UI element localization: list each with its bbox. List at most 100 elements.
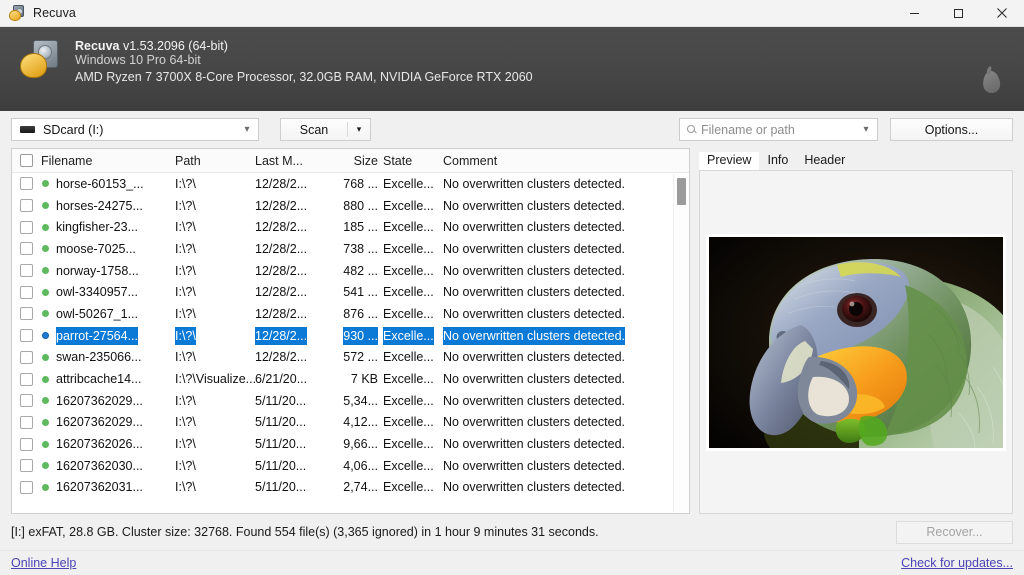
row-checkbox[interactable] bbox=[20, 459, 33, 473]
search-icon bbox=[686, 124, 698, 136]
row-checkbox[interactable] bbox=[20, 285, 33, 299]
table-row[interactable]: parrot-27564... I:\?\ 12/28/2... 930 ... Exc… bbox=[12, 325, 689, 347]
state-dot-icon bbox=[42, 375, 49, 383]
cell-path-text: I:\?\ bbox=[175, 415, 196, 430]
scrollbar-thumb[interactable] bbox=[677, 178, 686, 205]
preview-tabs: Preview Info Header bbox=[699, 148, 1013, 170]
cell-state: Excelle... bbox=[383, 326, 443, 345]
scan-dropdown-button[interactable]: ▾ bbox=[348, 119, 370, 140]
check-updates-link[interactable]: Check for updates... bbox=[901, 556, 1013, 570]
options-button[interactable]: Options... bbox=[890, 118, 1013, 141]
column-header-state[interactable]: State bbox=[383, 154, 443, 168]
row-checkbox[interactable] bbox=[20, 350, 33, 364]
column-header-size[interactable]: Size bbox=[333, 154, 383, 168]
table-row[interactable]: moose-7025... I:\?\ 12/28/2... 738 ... Excel… bbox=[12, 238, 689, 260]
row-checkbox[interactable] bbox=[20, 220, 33, 234]
cell-path-text: I:\?\ bbox=[175, 176, 196, 191]
cell-comment: No overwritten clusters detected. bbox=[443, 305, 689, 323]
column-header-comment[interactable]: Comment bbox=[443, 154, 689, 168]
row-checkbox[interactable] bbox=[20, 177, 33, 191]
cell-filename-text: owl-3340957... bbox=[56, 285, 139, 300]
table-row[interactable]: kingfisher-23... I:\?\ 12/28/2... 185 ... Ex… bbox=[12, 216, 689, 238]
row-checkbox[interactable] bbox=[20, 329, 33, 343]
maximize-button[interactable] bbox=[936, 0, 980, 27]
cell-path-text: I:\?\Visualize... bbox=[175, 372, 255, 387]
row-checkbox-cell[interactable] bbox=[12, 329, 41, 343]
select-all-cell[interactable] bbox=[12, 154, 41, 167]
row-checkbox-cell[interactable] bbox=[12, 264, 41, 278]
row-checkbox[interactable] bbox=[20, 394, 33, 408]
row-checkbox-cell[interactable] bbox=[12, 307, 41, 321]
cell-modified: 5/11/20... bbox=[255, 435, 333, 453]
state-dot-icon bbox=[42, 332, 49, 340]
row-checkbox-cell[interactable] bbox=[12, 415, 41, 429]
table-row[interactable]: swan-235066... I:\?\ 12/28/2... 572 ... Exce… bbox=[12, 347, 689, 369]
cell-size: 572 ... bbox=[333, 348, 383, 366]
toolbar-right: Filename or path ▾ Options... bbox=[679, 118, 1013, 141]
online-help-link[interactable]: Online Help bbox=[11, 556, 76, 570]
row-checkbox[interactable] bbox=[20, 264, 33, 278]
row-checkbox-cell[interactable] bbox=[12, 437, 41, 451]
row-checkbox[interactable] bbox=[20, 242, 33, 256]
column-header-filename[interactable]: Filename bbox=[41, 154, 175, 168]
row-checkbox-cell[interactable] bbox=[12, 242, 41, 256]
table-row[interactable]: owl-50267_1... I:\?\ 12/28/2... 876 ... Exce… bbox=[12, 303, 689, 325]
tab-info[interactable]: Info bbox=[759, 152, 796, 170]
row-checkbox-cell[interactable] bbox=[12, 199, 41, 213]
cell-size: 185 ... bbox=[333, 218, 383, 236]
column-header-path[interactable]: Path bbox=[175, 154, 255, 168]
row-checkbox-cell[interactable] bbox=[12, 350, 41, 364]
table-row[interactable]: horses-24275... I:\?\ 12/28/2... 880 ... Exc… bbox=[12, 195, 689, 217]
tab-header[interactable]: Header bbox=[796, 152, 853, 170]
table-row[interactable]: attribcache14... I:\?\Visualize... 6/21/20… bbox=[12, 368, 689, 390]
row-checkbox[interactable] bbox=[20, 199, 33, 213]
cell-filename: kingfisher-23... bbox=[41, 218, 175, 236]
file-list-scrollbar[interactable] bbox=[673, 174, 688, 512]
minimize-button[interactable] bbox=[892, 0, 936, 27]
table-row[interactable]: owl-3340957... I:\?\ 12/28/2... 541 ... Exce… bbox=[12, 281, 689, 303]
row-checkbox[interactable] bbox=[20, 372, 33, 386]
row-checkbox-cell[interactable] bbox=[12, 177, 41, 191]
filter-combobox[interactable]: Filename or path ▾ bbox=[679, 118, 878, 141]
row-checkbox-cell[interactable] bbox=[12, 285, 41, 299]
filter-input-placeholder[interactable]: Filename or path bbox=[701, 123, 859, 137]
cell-filename: moose-7025... bbox=[41, 240, 175, 258]
table-row[interactable]: 16207362029... I:\?\ 5/11/20... 4,12... Exce… bbox=[12, 412, 689, 434]
cell-filename-text: horse-60153_... bbox=[56, 176, 144, 191]
table-row[interactable]: horse-60153_... I:\?\ 12/28/2... 768 ... Exc… bbox=[12, 173, 689, 195]
row-checkbox-cell[interactable] bbox=[12, 480, 41, 494]
recover-button[interactable]: Recover... bbox=[896, 520, 1013, 544]
cell-state: Excelle... bbox=[383, 457, 443, 475]
row-checkbox[interactable] bbox=[20, 437, 33, 451]
state-dot-icon bbox=[42, 440, 49, 448]
cell-state: Excelle... bbox=[383, 348, 443, 366]
table-row[interactable]: norway-1758... I:\?\ 12/28/2... 482 ... Exce… bbox=[12, 260, 689, 282]
cell-state-text: Excelle... bbox=[383, 220, 434, 235]
cell-path-text: I:\?\ bbox=[175, 241, 196, 256]
select-all-checkbox[interactable] bbox=[20, 154, 33, 167]
row-checkbox[interactable] bbox=[20, 415, 33, 429]
cell-size-text: 738 ... bbox=[343, 241, 378, 256]
table-row[interactable]: 16207362026... I:\?\ 5/11/20... 9,66... Exce… bbox=[12, 433, 689, 455]
cell-filename-text: 16207362029... bbox=[56, 393, 143, 408]
tab-preview[interactable]: Preview bbox=[699, 152, 760, 170]
table-row[interactable]: 16207362031... I:\?\ 5/11/20... 2,74... Exce… bbox=[12, 477, 689, 499]
cell-state: Excelle... bbox=[383, 370, 443, 388]
row-checkbox[interactable] bbox=[20, 480, 33, 494]
drive-select[interactable]: SDcard (I:) ▾ bbox=[11, 118, 259, 141]
close-button[interactable] bbox=[980, 0, 1024, 27]
scan-button[interactable]: Scan bbox=[281, 119, 347, 140]
cell-path: I:\?\ bbox=[175, 175, 255, 193]
column-header-modified[interactable]: Last M... bbox=[255, 154, 333, 168]
row-checkbox-cell[interactable] bbox=[12, 394, 41, 408]
cell-path: I:\?\ bbox=[175, 240, 255, 258]
cell-modified-text: 6/21/20... bbox=[255, 372, 308, 387]
row-checkbox[interactable] bbox=[20, 307, 33, 321]
row-checkbox-cell[interactable] bbox=[12, 372, 41, 386]
row-checkbox-cell[interactable] bbox=[12, 220, 41, 234]
row-checkbox-cell[interactable] bbox=[12, 459, 41, 473]
table-row[interactable]: 16207362030... I:\?\ 5/11/20... 4,06... Exce… bbox=[12, 455, 689, 477]
cell-filename-text: 16207362031... bbox=[56, 480, 143, 495]
table-row[interactable]: 16207362029... I:\?\ 5/11/20... 5,34... Exce… bbox=[12, 390, 689, 412]
cell-size: 5,34... bbox=[333, 392, 383, 410]
